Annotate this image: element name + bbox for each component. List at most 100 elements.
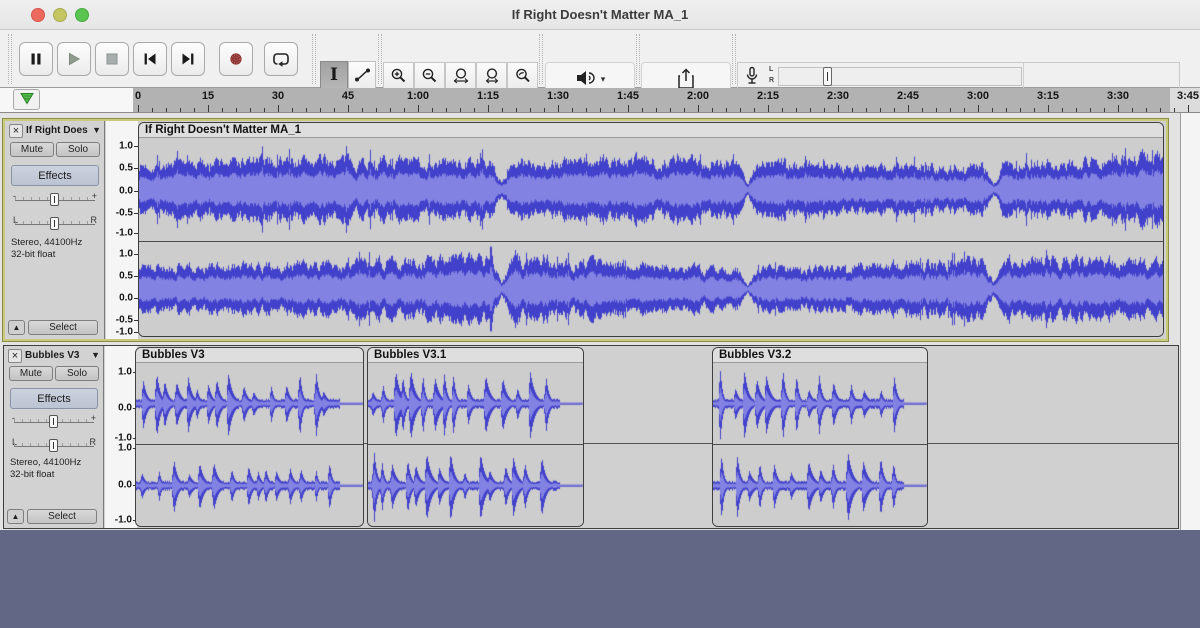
audio-clip[interactable]: Bubbles V3 bbox=[135, 347, 364, 527]
ruler-minor-tick bbox=[334, 108, 335, 112]
ruler-minor-tick bbox=[516, 108, 517, 112]
toolbar-grip[interactable] bbox=[378, 34, 382, 84]
pan-slider-thumb[interactable] bbox=[50, 217, 59, 230]
gain-slider[interactable]: -+ bbox=[11, 191, 99, 205]
record-meter-slider-thumb[interactable] bbox=[823, 67, 832, 86]
record-meter-bar[interactable] bbox=[778, 67, 1022, 86]
mute-button[interactable]: Mute bbox=[10, 142, 54, 157]
track-title[interactable]: Bubbles V3 bbox=[25, 350, 87, 361]
ruler-minor-tick bbox=[180, 108, 181, 112]
ruler-minor-tick bbox=[936, 108, 937, 112]
skip-to-start-button[interactable] bbox=[133, 42, 167, 76]
timeline-ruler[interactable]: 01530451:001:151:301:452:002:152:302:453… bbox=[0, 88, 1200, 113]
ruler-major-tick bbox=[1188, 105, 1189, 112]
collapse-track-button[interactable]: ▲ bbox=[7, 509, 24, 524]
waveform-channel-1 bbox=[713, 363, 927, 444]
gain-slider-thumb[interactable] bbox=[50, 193, 59, 206]
scale-label: 1.0 bbox=[119, 249, 133, 260]
zoom-toggle-button[interactable] bbox=[507, 62, 538, 89]
ruler-time-label: 1:00 bbox=[407, 90, 429, 102]
pause-button[interactable] bbox=[19, 42, 53, 76]
track-1[interactable]: ×If Right Doesn ▼ MuteSolo Effects -+ LR Stere… bbox=[3, 119, 1168, 341]
ruler-time-label: 1:45 bbox=[617, 90, 639, 102]
ruler-time-label: 1:30 bbox=[547, 90, 569, 102]
ruler-minor-tick bbox=[544, 108, 545, 112]
ruler-major-tick bbox=[838, 105, 839, 112]
ruler-minor-tick bbox=[530, 108, 531, 112]
track-format-info: Stereo, 44100Hz bbox=[11, 237, 82, 248]
ruler-time-label: 0 bbox=[135, 90, 141, 102]
close-track-button[interactable]: × bbox=[8, 349, 22, 363]
zoom-out-button[interactable] bbox=[414, 62, 445, 89]
track-menu-icon[interactable]: ▼ bbox=[91, 350, 100, 360]
solo-button[interactable]: Solo bbox=[56, 142, 100, 157]
record-button[interactable] bbox=[219, 42, 253, 76]
gain-slider[interactable]: -+ bbox=[10, 413, 98, 427]
pan-slider[interactable]: LR bbox=[11, 215, 99, 229]
ruler-time-label: 45 bbox=[342, 90, 354, 102]
select-track-button[interactable]: Select bbox=[27, 509, 97, 524]
audio-clip[interactable]: Bubbles V3.1 bbox=[367, 347, 584, 527]
toolbar-grip[interactable] bbox=[8, 34, 12, 84]
zoom-to-selection-button[interactable] bbox=[445, 62, 476, 89]
effects-button[interactable]: Effects bbox=[10, 388, 98, 409]
track-control-panel: ×Bubbles V3▼MuteSoloEffects-+LRStereo, 4… bbox=[4, 346, 104, 528]
track-title[interactable]: If Right Doesn bbox=[26, 125, 88, 136]
pan-slider[interactable]: LR bbox=[10, 437, 98, 451]
vertical-scale[interactable]: 1.00.50.0-0.5-1.01.00.50.0-0.5-1.0 bbox=[106, 121, 138, 339]
ruler-minor-tick bbox=[320, 108, 321, 112]
toolbar-grip[interactable] bbox=[539, 34, 543, 84]
scale-label: 0.0 bbox=[119, 186, 133, 197]
ruler-major-tick bbox=[488, 105, 489, 112]
ruler-major-tick bbox=[628, 105, 629, 112]
pan-slider-thumb[interactable] bbox=[49, 439, 58, 452]
envelope-tool-button[interactable] bbox=[348, 61, 376, 89]
stop-button[interactable] bbox=[95, 42, 129, 76]
audio-clip[interactable]: If Right Doesn't Matter MA_1 bbox=[138, 122, 1164, 337]
clip-title: Bubbles V3.1 bbox=[368, 348, 583, 363]
play-button[interactable] bbox=[57, 42, 91, 76]
vertical-scrollbar[interactable] bbox=[1180, 113, 1200, 530]
track-format-info: 32-bit float bbox=[11, 249, 55, 260]
background-area: UptoDown SOFT.COM bbox=[0, 530, 1200, 628]
timeline-options-button[interactable] bbox=[13, 89, 40, 110]
toolbar-grip[interactable] bbox=[732, 34, 736, 84]
audio-clip[interactable]: Bubbles V3.2 bbox=[712, 347, 928, 527]
ruler-minor-tick bbox=[502, 108, 503, 112]
gain-slider-thumb[interactable] bbox=[49, 415, 58, 428]
toolbar-grip[interactable] bbox=[312, 34, 316, 84]
loop-button[interactable] bbox=[264, 42, 298, 76]
scale-label: 0.0 bbox=[118, 403, 132, 414]
track-menu-icon[interactable]: ▼ bbox=[92, 125, 101, 135]
solo-button[interactable]: Solo bbox=[55, 366, 99, 381]
ruler-minor-tick bbox=[950, 108, 951, 112]
timeline-scale[interactable] bbox=[133, 88, 1170, 112]
ruler-major-tick bbox=[698, 105, 699, 112]
ruler-minor-tick bbox=[474, 108, 475, 112]
ruler-minor-tick bbox=[390, 108, 391, 112]
mute-button[interactable]: Mute bbox=[9, 366, 53, 381]
ruler-minor-tick bbox=[1020, 108, 1021, 112]
track-2[interactable]: ×Bubbles V3▼MuteSoloEffects-+LRStereo, 4… bbox=[3, 345, 1179, 529]
zoom-to-project-button[interactable] bbox=[476, 62, 507, 89]
ruler-minor-tick bbox=[922, 108, 923, 112]
skip-to-end-button[interactable] bbox=[171, 42, 205, 76]
close-track-button[interactable]: × bbox=[9, 124, 23, 138]
ruler-minor-tick bbox=[376, 108, 377, 112]
vertical-scale[interactable]: 1.00.0-1.01.00.0-1.0 bbox=[105, 346, 137, 528]
select-track-button[interactable]: Select bbox=[28, 320, 98, 335]
collapse-track-button[interactable]: ▲ bbox=[8, 320, 25, 335]
zoom-in-icon bbox=[390, 67, 407, 84]
zoom-to-selection-icon bbox=[452, 67, 470, 84]
ruler-minor-tick bbox=[684, 108, 685, 112]
zoom-in-button[interactable] bbox=[383, 62, 414, 89]
ruler-minor-tick bbox=[586, 108, 587, 112]
selection-tool-button[interactable]: I bbox=[320, 61, 348, 89]
ruler-minor-tick bbox=[992, 108, 993, 112]
effects-button[interactable]: Effects bbox=[11, 165, 99, 186]
ruler-minor-tick bbox=[894, 108, 895, 112]
ruler-minor-tick bbox=[222, 108, 223, 112]
ruler-major-tick bbox=[768, 105, 769, 112]
toolbar-grip[interactable] bbox=[636, 34, 640, 84]
play-icon bbox=[66, 51, 82, 67]
